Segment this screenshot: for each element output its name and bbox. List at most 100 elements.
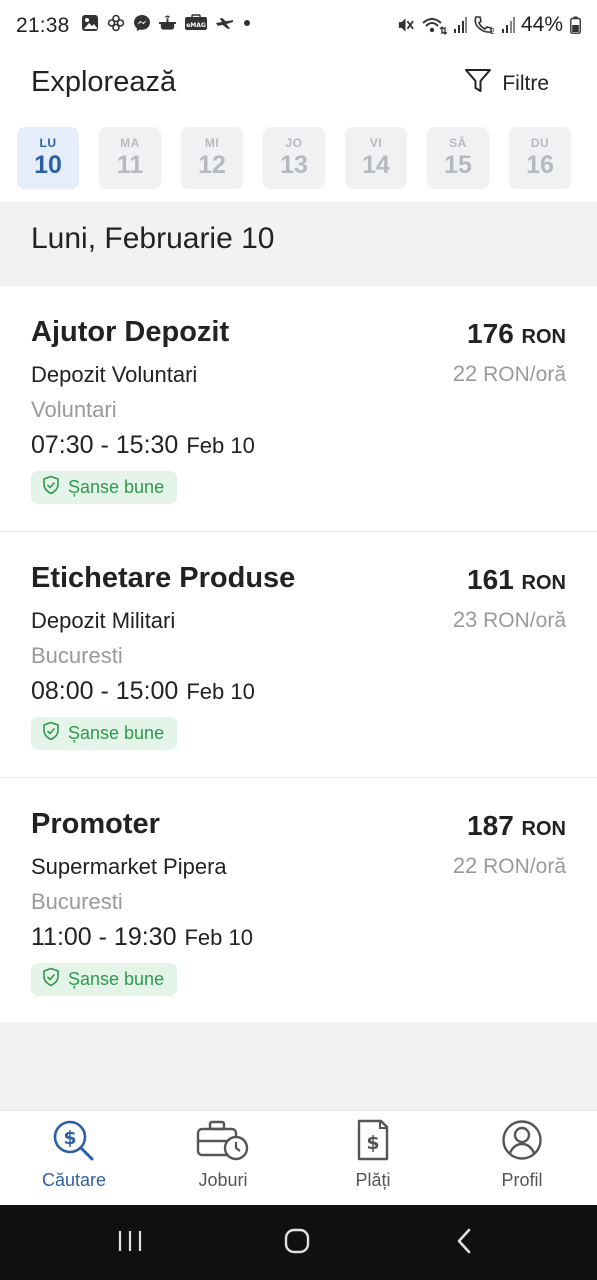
back-icon	[455, 1227, 473, 1260]
job-card[interactable]: Etichetare Produse Depozit Militari Bucu…	[0, 532, 597, 778]
funnel-icon	[464, 68, 492, 100]
battery-icon	[569, 16, 581, 35]
job-site: Depozit Militari	[31, 608, 176, 633]
plane-icon	[215, 13, 234, 32]
mute-icon	[396, 16, 415, 35]
day-number: 15	[444, 151, 472, 179]
nav-label: Căutare	[41, 1170, 107, 1190]
day-name: LU	[39, 136, 57, 150]
filter-button[interactable]: Filtre	[464, 68, 549, 100]
currency: RON	[521, 326, 566, 348]
day-number: 14	[362, 151, 390, 179]
filter-label: Filtre	[502, 72, 549, 95]
currency: RON	[521, 572, 566, 594]
status-bar: 21:38 eMAG 2 44%	[0, 0, 597, 52]
day-name: DU	[530, 136, 550, 150]
job-city: Voluntari	[31, 397, 117, 422]
chance-badge: Șanse bune	[31, 717, 178, 750]
battery-percentage: 44%	[520, 13, 563, 36]
job-card[interactable]: Ajutor Depozit Depozit Voluntari Volunta…	[0, 286, 597, 532]
day-name: VI	[369, 136, 383, 150]
date-heading: Luni, Februarie 10	[31, 222, 275, 255]
shield-check-icon	[41, 721, 61, 746]
day-selector: LU 10 MA 11 MI 12 JO 13 VI 14 SÂ 15 DU 1…	[17, 127, 580, 189]
total-amount: 187	[467, 810, 514, 841]
system-indicators: 2 44%	[396, 13, 581, 37]
day-tuesday[interactable]: MA 11	[99, 127, 161, 189]
nav-search[interactable]: $ Căutare	[14, 1119, 134, 1201]
nav-profile[interactable]: Profil	[462, 1119, 582, 1201]
home-icon	[283, 1227, 311, 1260]
day-friday[interactable]: VI 14	[345, 127, 407, 189]
receipt-dollar-icon: $	[356, 1119, 390, 1166]
day-name: SÂ	[449, 136, 467, 150]
job-date: Feb 10	[186, 433, 255, 458]
day-number: 16	[526, 151, 554, 179]
user-circle-icon	[501, 1119, 543, 1166]
job-title: Ajutor Depozit	[31, 316, 230, 348]
job-time: 11:00 - 19:30	[31, 923, 177, 951]
job-total-pay: 187 RON	[467, 810, 566, 842]
day-sunday[interactable]: DU 16	[509, 127, 571, 189]
notification-icons: eMAG	[80, 13, 253, 32]
total-amount: 176	[467, 318, 514, 349]
signal-icon	[501, 16, 515, 35]
dot-icon	[241, 13, 253, 32]
rate-amount: 22	[452, 853, 478, 878]
day-name: MA	[120, 136, 140, 150]
chance-label: Șanse bune	[68, 723, 165, 743]
gallery-icon	[80, 13, 99, 32]
svg-text:$: $	[366, 1132, 379, 1154]
rate-amount: 22	[452, 361, 478, 386]
job-date: Feb 10	[186, 679, 255, 704]
emag-icon: eMAG	[184, 13, 208, 32]
job-schedule: 07:30 - 15:30 Feb 10	[31, 431, 255, 460]
svg-text:2: 2	[490, 27, 495, 35]
job-card[interactable]: Promoter Supermarket Pipera Bucuresti 11…	[0, 778, 597, 1023]
job-total-pay: 161 RON	[467, 564, 566, 596]
currency: RON	[521, 818, 566, 840]
job-site: Depozit Voluntari	[31, 362, 198, 387]
job-hourly-rate: 23 RON/oră	[453, 607, 566, 633]
nav-jobs[interactable]: Joburi	[163, 1119, 283, 1201]
chance-label: Șanse bune	[68, 969, 165, 989]
job-time: 07:30 - 15:30	[31, 431, 179, 459]
job-hourly-rate: 22 RON/oră	[453, 361, 566, 387]
briefcase-clock-icon	[196, 1119, 250, 1166]
job-site: Supermarket Pipera	[31, 854, 227, 879]
day-number: 13	[280, 151, 308, 179]
svg-text:$: $	[63, 1127, 76, 1149]
job-schedule: 11:00 - 19:30 Feb 10	[31, 923, 253, 952]
day-monday[interactable]: LU 10	[17, 127, 79, 189]
back-button[interactable]	[444, 1227, 484, 1259]
job-date: Feb 10	[184, 925, 253, 950]
day-number: 12	[198, 151, 226, 179]
day-wednesday[interactable]: MI 12	[181, 127, 243, 189]
system-navigation-bar	[0, 1205, 597, 1280]
day-saturday[interactable]: SÂ 15	[427, 127, 489, 189]
wifi-icon	[421, 16, 447, 35]
chance-label: Șanse bune	[68, 477, 165, 497]
rate-unit: RON/oră	[483, 855, 566, 878]
chance-badge: Șanse bune	[31, 963, 178, 996]
rate-unit: RON/oră	[483, 609, 566, 632]
header: Explorează Filtre	[0, 52, 597, 116]
job-time: 08:00 - 15:00	[31, 677, 179, 705]
total-amount: 161	[467, 564, 514, 595]
signal-icon	[453, 16, 467, 35]
day-number: 10	[34, 151, 62, 179]
job-total-pay: 176 RON	[467, 318, 566, 350]
recent-apps-button[interactable]	[110, 1227, 150, 1259]
job-schedule: 08:00 - 15:00 Feb 10	[31, 677, 255, 706]
job-title: Etichetare Produse	[31, 562, 296, 594]
job-title: Promoter	[31, 808, 160, 840]
day-number: 11	[116, 151, 144, 179]
nav-payments[interactable]: $ Plăți	[313, 1119, 433, 1201]
messenger-icon	[132, 13, 151, 32]
job-list: Ajutor Depozit Depozit Voluntari Volunta…	[0, 286, 597, 1023]
date-heading-band: Luni, Februarie 10	[0, 202, 597, 286]
home-button[interactable]	[277, 1227, 317, 1259]
day-thursday[interactable]: JO 13	[263, 127, 325, 189]
day-name: JO	[285, 136, 303, 150]
recent-apps-icon	[117, 1229, 143, 1258]
